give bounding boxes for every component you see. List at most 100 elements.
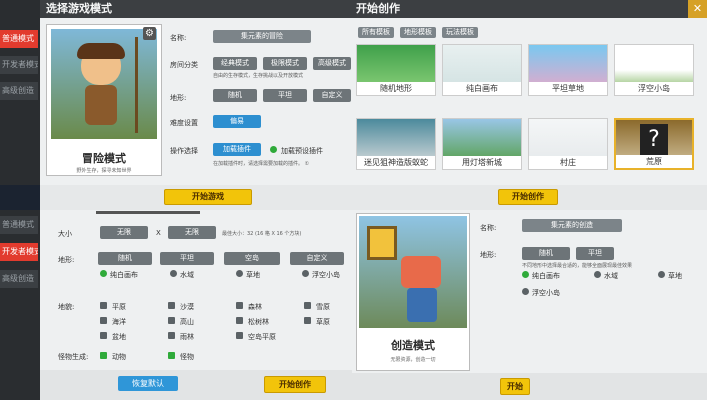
template-label: 迷见狙神造版蚁蛇 [357,156,435,169]
terrain-option-random[interactable]: 随机 [213,89,257,102]
terrain-option-flat[interactable]: 平坦 [263,89,307,102]
tab-terrain-templates[interactable]: 地形模板 [400,27,436,38]
question-mark-icon: ? [640,124,668,156]
sidebar-item-developer[interactable]: 开发者模式 [0,56,38,74]
feature-checkbox[interactable] [100,302,107,309]
sidebar-item-normal[interactable]: 普通模式 [0,216,38,234]
sidebar-item-normal[interactable]: 普通模式 [0,30,38,48]
character-body [85,85,117,125]
difficulty-select[interactable]: 偏易 [213,115,261,128]
terrain-option-flat[interactable]: 平坦 [576,247,614,260]
start-creation-button[interactable]: 开始创作 [498,189,558,205]
creature-label: 怪物生成: [58,353,89,361]
feature-checkbox[interactable] [236,317,243,324]
feature-checkbox[interactable] [168,302,175,309]
feature-checkbox[interactable] [100,317,107,324]
template-wasteland[interactable]: ? 荒原 [614,118,694,170]
template-label: 荒原 [616,155,692,168]
biome-radio-grass[interactable] [236,270,243,277]
name-label: 名称: [170,34,187,42]
size-height-field[interactable]: 无限 [168,226,216,239]
tab-all-templates[interactable]: 所有模板 [358,27,394,38]
terrain-option-flat[interactable]: 平坦 [160,252,214,265]
creative-mode-card[interactable]: 创造模式 无限资源，创造一切 [356,213,470,371]
template-blank-canvas[interactable]: 纯白画布 [442,44,522,96]
adventure-mode-card[interactable]: ⚙ 冒险模式 野外生存，探寻未知世界 [46,24,162,176]
creative-character-image [359,216,467,328]
feature-checkbox[interactable] [168,317,175,324]
feature-checkbox[interactable] [100,332,107,339]
size-hint: 最佳大小：32 (16 格 X 16 个方块) [222,231,302,237]
name-label: 名称: [480,224,497,232]
creature-checkbox-monster[interactable] [168,352,175,359]
terrain-label: 地形: [58,256,75,264]
terrain-option-custom[interactable]: 自定义 [313,89,351,102]
size-width-field[interactable]: 无限 [100,226,148,239]
biome-radio-water[interactable] [594,271,601,278]
sidebar-item-developer[interactable]: 开发者模式 [0,243,38,261]
biome-radio-water[interactable] [170,270,177,277]
feature-checkbox[interactable] [304,317,311,324]
template-lighthouse[interactable]: 用灯塔新城 [442,118,522,170]
name-field[interactable]: 集元素的冒险 [213,30,311,43]
biome-radio-floating[interactable] [302,270,309,277]
biome-radio-blank[interactable] [522,271,529,278]
bottom-left-sidebar [0,210,40,400]
terrain-option-random[interactable]: 随机 [522,247,570,260]
terrain-option-sky-island[interactable]: 空岛 [224,252,280,265]
start-game-button[interactable]: 开始游戏 [164,189,252,205]
character-spear [135,37,138,133]
feature-label: 盆地 [112,333,126,341]
template-flat-grass[interactable]: 平坦草地 [528,44,608,96]
character-hair [77,43,125,59]
biome-radio-floating[interactable] [522,288,529,295]
adventure-card-subtitle: 野外生存，探寻未知世界 [76,168,132,174]
template-floating-island[interactable]: 浮空小岛 [614,44,694,96]
character-body [407,288,437,322]
biome-label: 浮空小岛 [312,271,340,279]
preset-plugin-radio[interactable] [270,146,277,153]
terrain-label: 地形: [170,94,187,102]
template-maze[interactable]: 迷见狙神造版蚁蛇 [356,118,436,170]
terrain-label: 地形: [480,251,497,259]
top-button-strip [40,185,707,210]
template-random-terrain[interactable]: 随机地形 [356,44,436,96]
name-field[interactable]: 集元素的创造 [522,219,622,232]
feature-checkbox[interactable] [304,302,311,309]
sidebar-item-advanced[interactable]: 高级创造 [0,270,38,288]
room-option-advanced[interactable]: 高级模式 [313,57,351,70]
biome-radio-grass[interactable] [658,271,665,278]
operation-label: 操作选择 [170,147,198,155]
biome-label: 草地 [246,271,260,279]
terrain-option-random[interactable]: 随机 [98,252,152,265]
terrain-hint: 不同地形中选择最合适的，能够全面展现最佳效果 [522,263,633,269]
feature-label: 草原 [316,318,330,326]
biome-radio-blank[interactable] [100,270,107,277]
adventure-card-title: 冒险模式 [82,152,126,165]
template-village[interactable]: 村庄 [528,118,608,170]
template-label: 浮空小岛 [615,82,693,95]
biome-label: 浮空小岛 [532,289,560,297]
tab-gameplay-templates[interactable]: 玩法模板 [442,27,478,38]
feature-checkbox[interactable] [236,332,243,339]
load-plugin-button[interactable]: 加载插件 [213,143,261,156]
sidebar-item-advanced[interactable]: 高级创造 [0,82,38,100]
room-hint: 自由的生存模式，生存挑战以及开放模式 [213,73,304,79]
creature-animal-label: 动物 [112,353,126,361]
creature-checkbox-animal[interactable] [100,352,107,359]
feature-checkbox[interactable] [168,332,175,339]
right-panel-title: 开始创作 [356,2,400,15]
terrain-option-custom[interactable]: 自定义 [290,252,344,265]
room-option-extreme[interactable]: 极限模式 [263,57,307,70]
feature-label: 平原 [112,303,126,311]
start-creation-button[interactable]: 开始创作 [264,376,326,393]
gear-icon[interactable]: ⚙ [143,27,156,40]
room-option-classic[interactable]: 经典模式 [213,57,257,70]
biome-label: 草地 [668,272,682,280]
scroll-divider [96,211,200,214]
feature-label: 雪原 [316,303,330,311]
reset-default-button[interactable]: 恢复默认 [118,376,178,391]
feature-checkbox[interactable] [236,302,243,309]
start-button-partial[interactable]: 开始 [500,378,530,395]
close-button[interactable]: ✕ [688,0,707,18]
